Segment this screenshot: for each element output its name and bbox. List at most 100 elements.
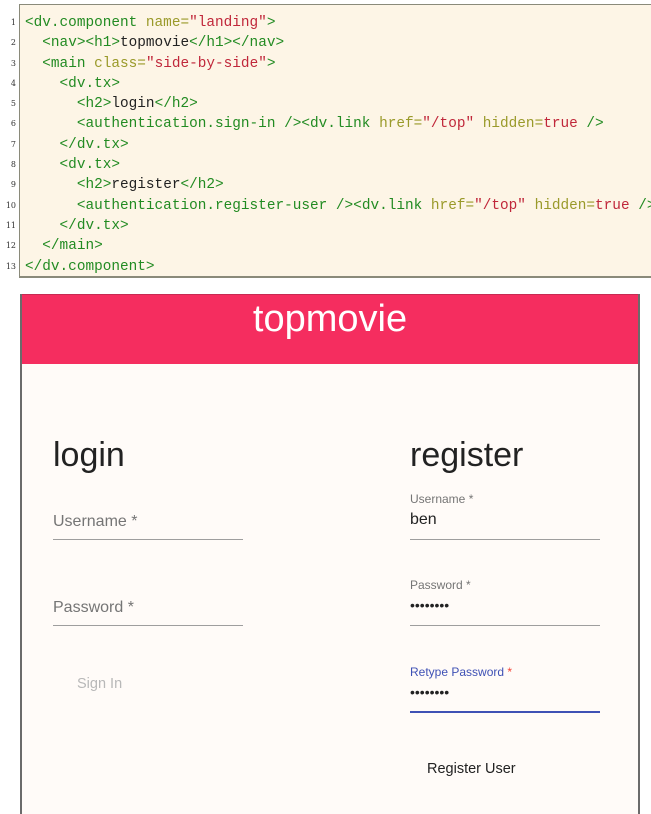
code-token-tag: </dv.component> <box>25 258 155 275</box>
code-token-tag: <main <box>42 55 95 72</box>
line-number: 6 <box>10 119 16 129</box>
login-username-underline <box>53 539 243 540</box>
line-number: 9 <box>10 180 16 190</box>
code-token-attr: name= <box>145 15 190 31</box>
line-number: 5 <box>10 99 16 109</box>
line-number: 4 <box>10 78 16 88</box>
code-token-attr: href= <box>430 197 475 214</box>
register-retype-password-field[interactable]: Retype Password * •••••••• <box>410 661 600 716</box>
line-number: 7 <box>10 139 16 149</box>
code-token-tag: /> <box>638 197 651 214</box>
line-number-gutter: 1 2 3 4 5 6 7 8 9 10 11 12 13 <box>0 13 16 277</box>
login-heading: login <box>53 436 125 474</box>
code-line: <dv.tx> <box>25 155 651 175</box>
code-token-tag: </h2> <box>154 96 198 113</box>
register-username-value[interactable]: ben <box>410 511 437 529</box>
code-token-tag: <dv.tx> <box>59 157 120 174</box>
code-token-plain: login <box>111 96 155 113</box>
code-token-str: "side-by-side" <box>145 55 267 72</box>
code-token-plain: topmovie <box>120 35 190 52</box>
code-token-bool: true <box>543 116 578 133</box>
code-token-tag: </h1></nav> <box>189 35 285 52</box>
line-number: 12 <box>5 241 16 251</box>
code-token-tag: <h2> <box>76 96 112 113</box>
code-token-attr: href= <box>379 116 423 133</box>
login-username-field[interactable]: Username * <box>53 503 243 543</box>
register-username-underline <box>410 539 600 540</box>
login-username-label: Username * <box>53 513 138 530</box>
code-line: </dv.tx> <box>25 216 651 236</box>
code-token-tag: </dv.tx> <box>59 217 129 234</box>
code-line: </main> <box>25 236 651 256</box>
code-token-plain: register <box>111 177 181 194</box>
line-number: 2 <box>10 38 16 48</box>
code-token-str: "landing" <box>189 15 267 31</box>
code-token-tag: <nav><h1> <box>42 35 121 52</box>
sign-in-button[interactable]: Sign In <box>77 676 122 692</box>
code-line: </dv.component> <box>25 257 651 277</box>
code-panel: <dv.component name="landing"> <nav><h1>t… <box>19 4 651 278</box>
line-number: 3 <box>10 58 16 68</box>
code-token-tag: <authentication.register-user /> <box>76 197 354 214</box>
code-token-attr: hidden= <box>482 116 544 133</box>
required-marker: * <box>507 665 513 679</box>
register-password-underline <box>410 625 600 626</box>
register-password-label: Password * <box>410 578 471 592</box>
code-token-tag: <dv.tx> <box>59 75 120 92</box>
register-retype-password-underline <box>410 711 600 713</box>
login-password-field[interactable]: Password * <box>53 589 243 629</box>
app-window: topmovie login Username * Password * Sig… <box>20 294 640 814</box>
line-number: 8 <box>10 160 16 170</box>
code-token-tag: > <box>266 55 276 72</box>
retype-label-text: Retype Password <box>410 665 505 679</box>
app-navbar: topmovie <box>22 294 638 364</box>
code-token-bool: true <box>595 197 630 214</box>
register-username-field[interactable]: Username * ben <box>410 488 600 543</box>
register-retype-password-value[interactable]: •••••••• <box>410 684 449 700</box>
code-line: <dv.component name="landing"> <box>25 13 651 33</box>
code-token-tag: </dv.tx> <box>59 136 129 153</box>
code-token-tag: <dv.link <box>301 116 380 133</box>
code-token-tag: /> <box>577 116 604 133</box>
line-number: 1 <box>10 18 16 27</box>
code-line: <authentication.register-user /><dv.link… <box>25 196 651 216</box>
code-line: </dv.tx> <box>25 135 651 155</box>
code-token-tag: <dv.link <box>353 197 431 214</box>
code-token-attr: hidden= <box>534 197 596 214</box>
register-retype-password-label: Retype Password * <box>410 665 512 679</box>
register-password-field[interactable]: Password * •••••••• <box>410 574 600 629</box>
code-token-tag: <authentication.sign-in /> <box>76 116 302 133</box>
code-line: <main class="side-by-side"> <box>25 54 651 74</box>
line-number: 11 <box>5 220 16 230</box>
code-line: <dv.tx> <box>25 74 651 94</box>
code-line: <authentication.sign-in /><dv.link href=… <box>25 114 651 134</box>
register-username-label: Username * <box>410 492 474 506</box>
code-token-str: "/top" <box>422 116 475 133</box>
code-token-tag: </h2> <box>180 177 224 194</box>
login-password-underline <box>53 625 243 626</box>
line-number: 10 <box>5 200 16 210</box>
code-token-tag: <dv.component <box>25 15 146 31</box>
code-listing: 1 2 3 4 5 6 7 8 9 10 11 12 13 <dv.component name="la… <box>0 4 651 280</box>
login-password-label: Password * <box>53 599 134 616</box>
code-token-tag: </main> <box>42 238 103 255</box>
code-token-attr: class= <box>94 55 146 72</box>
register-user-button[interactable]: Register User <box>427 761 516 777</box>
register-password-value[interactable]: •••••••• <box>410 597 449 613</box>
code-line: <h2>login</h2> <box>25 94 651 114</box>
line-number: 13 <box>5 261 16 271</box>
code-lines: <dv.component name="landing"> <nav><h1>t… <box>25 13 651 277</box>
code-line: <h2>register</h2> <box>25 175 651 195</box>
